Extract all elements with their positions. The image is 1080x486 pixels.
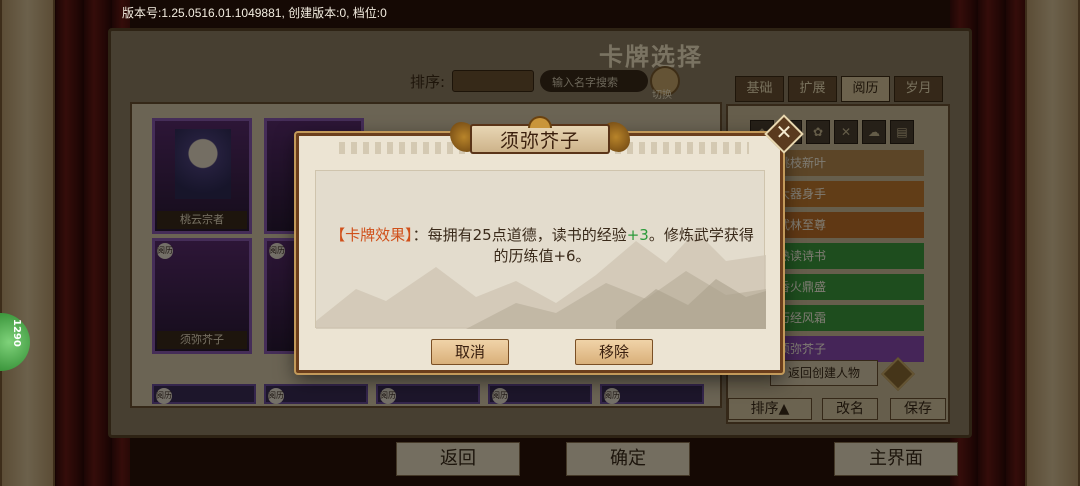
card-item[interactable]: 阅历 (376, 384, 480, 404)
dialog-title-plate: 须弥芥子 (450, 116, 630, 158)
card-item[interactable]: 阅历 (600, 384, 704, 404)
main-menu-button[interactable]: 主界面 (834, 442, 958, 476)
card-item[interactable]: 桃云宗者 (152, 118, 252, 234)
tab-experience[interactable]: 阅历 (841, 76, 890, 102)
back-to-create-button[interactable]: 返回创建人物 (770, 360, 878, 386)
back-button[interactable]: 返回 (396, 442, 520, 476)
sort-order-button[interactable]: 排序▲ (728, 398, 812, 420)
card-name: 桃云宗者 (157, 211, 247, 229)
tab-expansion[interactable]: 扩展 (788, 76, 837, 102)
sort-dropdown[interactable] (452, 70, 534, 92)
side-counter: 1290 (11, 319, 22, 347)
switch-label: 切换 (652, 90, 672, 101)
effect-text-1: 每拥有25点道德，读书的经验 (427, 226, 627, 244)
side-panel-left (0, 0, 55, 486)
close-button[interactable]: ✕ (764, 114, 804, 154)
effect-tag: 【卡牌效果】 (330, 226, 413, 244)
card-name: 须弥芥子 (157, 331, 247, 349)
experience-badge: 阅历 (268, 388, 284, 404)
tab-basic[interactable]: 基础 (735, 76, 784, 102)
card-item[interactable]: 阅历 (488, 384, 592, 404)
effect-separator: ： (412, 226, 428, 244)
sort-label: 排序: (410, 73, 446, 91)
experience-badge: 阅历 (492, 388, 508, 404)
category-tabs: 基础 扩展 阅历 岁月 (735, 76, 943, 102)
experience-badge: 阅历 (157, 243, 173, 259)
dialog-title: 须弥芥子 (499, 130, 580, 152)
experience-badge: 阅历 (156, 388, 172, 404)
card-detail-dialog: 【卡牌效果】：每拥有25点道德，读书的经验+3。修炼武学获得的历练值+6。 取消… (296, 133, 783, 373)
selected-card-item[interactable]: 武林至尊 (770, 212, 924, 238)
selected-card-item[interactable]: 熟读诗书 (770, 243, 924, 269)
selected-card-item[interactable]: 历经风霜 (770, 305, 924, 331)
experience-badge: 阅历 (269, 243, 285, 259)
save-button[interactable]: 保存 (890, 398, 946, 420)
tab-years[interactable]: 岁月 (894, 76, 943, 102)
effect-bonus: +3 (626, 226, 649, 244)
crossed-swords-icon[interactable]: ✕ (834, 120, 858, 144)
filter-icon[interactable]: ☁ (862, 120, 886, 144)
experience-badge: 阅历 (380, 388, 396, 404)
page-title: 卡牌选择 (599, 42, 703, 71)
version-info: 版本号:1.25.0516.01.1049881, 创建版本:0, 档位:0 (122, 6, 387, 20)
card-item[interactable]: 阅历 (152, 384, 256, 404)
side-panel-right (1025, 0, 1080, 486)
search-input[interactable]: 输入名字搜索 (540, 70, 648, 92)
card-item[interactable]: 阅历 (264, 384, 368, 404)
dialog-content-area: 【卡牌效果】：每拥有25点道德，读书的经验+3。修炼武学获得的历练值+6。 (315, 170, 766, 329)
selected-card-item[interactable]: 香火鼎盛 (770, 274, 924, 300)
rename-button[interactable]: 改名 (822, 398, 878, 420)
filter-icon[interactable]: ✿ (806, 120, 830, 144)
book-icon[interactable]: ▤ (890, 120, 914, 144)
close-icon: ✕ (775, 120, 793, 144)
card-effect-text: 【卡牌效果】：每拥有25点道德，读书的经验+3。修炼武学获得的历练值+6。 (330, 225, 754, 267)
experience-badge: 阅历 (604, 388, 620, 404)
remove-button[interactable]: 移除 (575, 339, 653, 365)
confirm-button[interactable]: 确定 (566, 442, 690, 476)
card-portrait (175, 129, 231, 199)
card-item[interactable]: 阅历 须弥芥子 (152, 238, 252, 354)
selected-card-item[interactable]: 大器身手 (770, 181, 924, 207)
cancel-button[interactable]: 取消 (431, 339, 509, 365)
selected-card-item[interactable]: 须弥芥子 (770, 336, 924, 362)
